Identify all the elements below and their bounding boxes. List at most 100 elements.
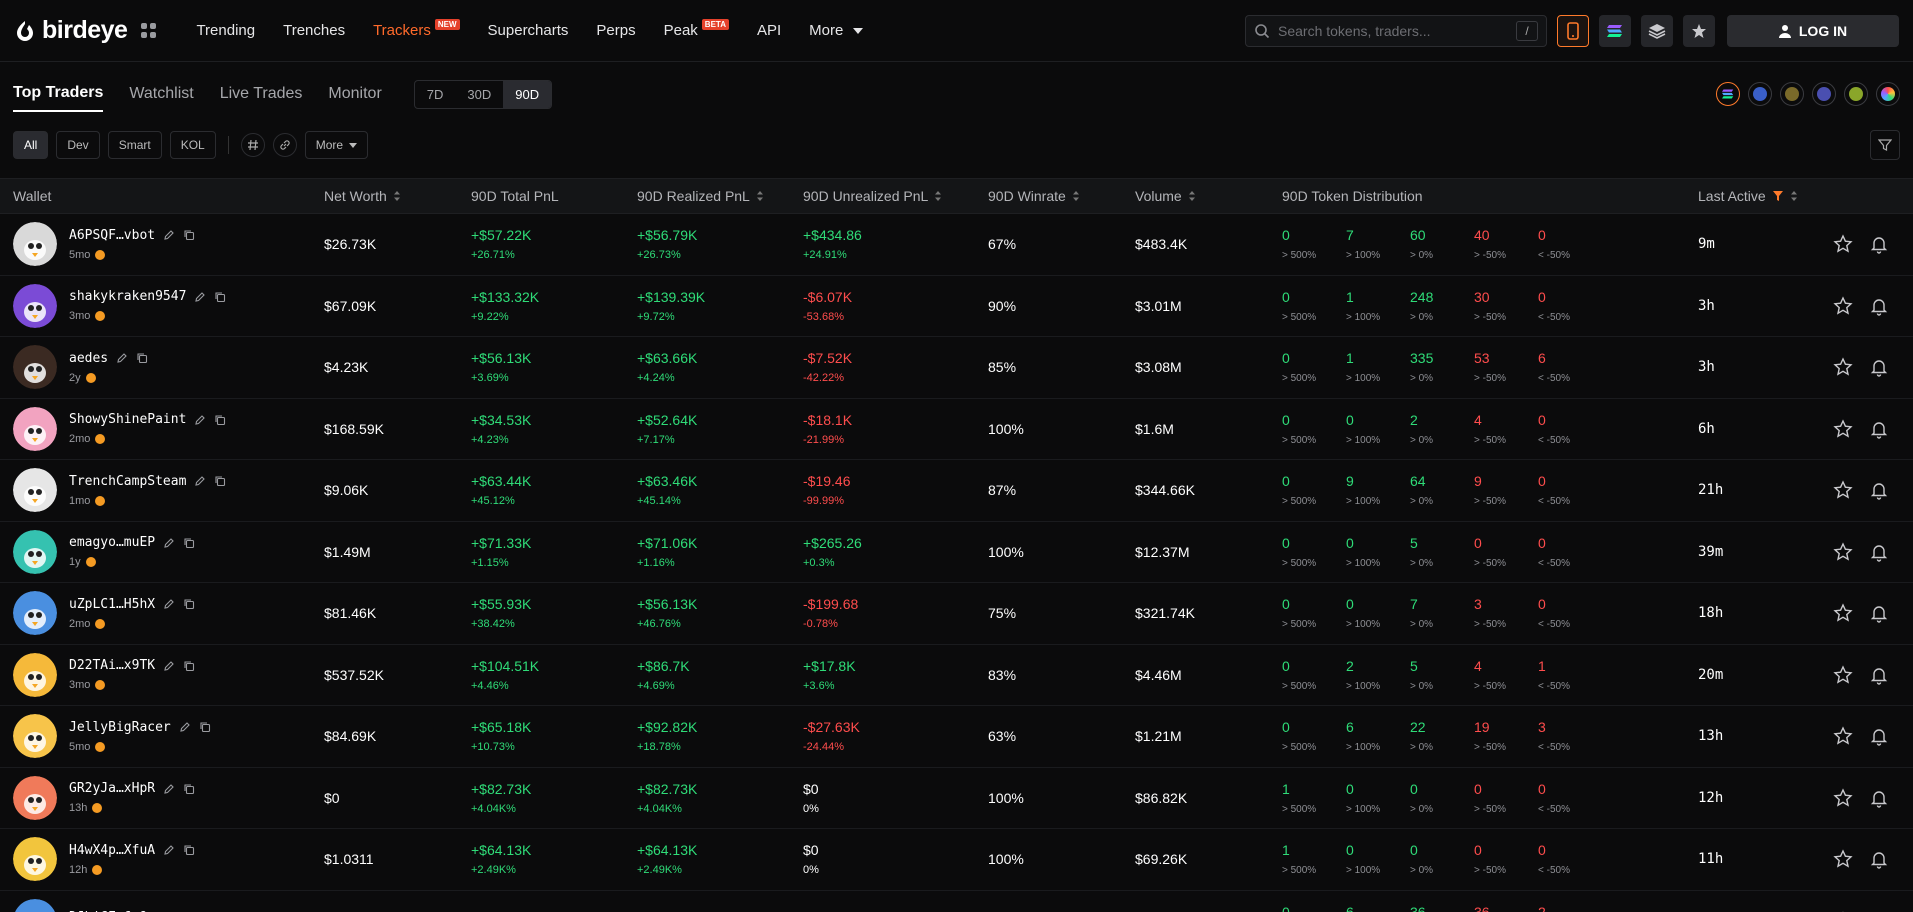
base-chain-icon[interactable]: [1748, 82, 1772, 106]
edit-icon[interactable]: [163, 229, 175, 241]
table-row[interactable]: DJbiGE…6n9m $4.47K +$61.27K +$61.37K -$9…: [0, 891, 1913, 912]
copy-icon[interactable]: [183, 844, 195, 856]
wallet-name[interactable]: A6PSQF…vbot: [69, 228, 155, 243]
nav-api[interactable]: API: [743, 22, 795, 39]
table-row[interactable]: uZpLC1…H5hX 2mo $81.46K +$55.93K +38.42% …: [0, 583, 1913, 645]
copy-icon[interactable]: [214, 414, 226, 426]
bell-icon[interactable]: [1869, 726, 1889, 746]
hash-filter-button[interactable]: [240, 133, 265, 157]
wallet-name[interactable]: uZpLC1…H5hX: [69, 597, 155, 612]
bell-icon[interactable]: [1869, 419, 1889, 439]
bell-icon[interactable]: [1869, 357, 1889, 377]
period-7d[interactable]: 7D: [415, 81, 456, 108]
copy-icon[interactable]: [214, 291, 226, 303]
table-row[interactable]: JellyBigRacer 5mo $84.69K +$65.18K +10.73…: [0, 706, 1913, 768]
table-row[interactable]: shakykraken9547 3mo $67.09K +$133.32K +9.…: [0, 276, 1913, 337]
wallet-name[interactable]: H4wX4p…XfuA: [69, 843, 155, 858]
filter-kol[interactable]: KOL: [169, 131, 216, 159]
edit-icon[interactable]: [194, 291, 206, 303]
col-net-worth[interactable]: Net Worth: [324, 188, 471, 204]
edit-icon[interactable]: [163, 598, 175, 610]
apps-grid-icon[interactable]: [141, 23, 157, 38]
avatar[interactable]: [13, 345, 57, 390]
avatar[interactable]: [13, 591, 57, 636]
col-realized-pnl[interactable]: 90D Realized PnL: [637, 188, 803, 204]
table-row[interactable]: ShowyShinePaint 2mo $168.59K +$34.53K +4.…: [0, 399, 1913, 460]
all-chains-icon[interactable]: [1876, 82, 1900, 106]
star-icon[interactable]: [1833, 234, 1853, 254]
period-90d[interactable]: 90D: [503, 80, 552, 108]
wallet-name[interactable]: D22TAi…x9TK: [69, 658, 155, 673]
tab-monitor[interactable]: Monitor: [328, 77, 381, 111]
avatar[interactable]: [13, 222, 57, 267]
tab-live-trades[interactable]: Live Trades: [220, 77, 303, 111]
avatar[interactable]: [13, 283, 57, 328]
nav-trackers[interactable]: Trackers NEW: [359, 19, 473, 39]
edit-icon[interactable]: [116, 352, 128, 364]
bell-icon[interactable]: [1869, 665, 1889, 685]
star-icon[interactable]: [1833, 542, 1853, 562]
star-icon[interactable]: [1833, 480, 1853, 500]
edit-icon[interactable]: [163, 844, 175, 856]
bell-icon[interactable]: [1869, 849, 1889, 869]
edit-icon[interactable]: [163, 783, 175, 795]
bell-icon[interactable]: [1869, 788, 1889, 808]
edit-icon[interactable]: [194, 414, 206, 426]
nav-peak[interactable]: Peak BETA: [650, 19, 743, 39]
bsc-chain-icon[interactable]: [1780, 82, 1804, 106]
wallet-name[interactable]: GR2yJa…xHpR: [69, 781, 155, 796]
table-row[interactable]: A6PSQF…vbot 5mo $26.73K +$57.22K +26.71% …: [0, 214, 1913, 276]
wallet-name[interactable]: JellyBigRacer: [69, 720, 171, 735]
copy-icon[interactable]: [183, 598, 195, 610]
bell-icon[interactable]: [1869, 234, 1889, 254]
filter-all[interactable]: All: [13, 131, 49, 159]
avatar[interactable]: [13, 775, 57, 820]
table-row[interactable]: emagyo…muEP 1y $1.49M +$71.33K +1.15% +$7…: [0, 522, 1913, 583]
star-icon[interactable]: [1833, 665, 1853, 685]
more-filters-dropdown[interactable]: More: [304, 131, 369, 159]
edit-icon[interactable]: [163, 537, 175, 549]
bell-icon[interactable]: [1869, 542, 1889, 562]
wallet-name[interactable]: shakykraken9547: [69, 289, 186, 304]
star-icon[interactable]: [1833, 603, 1853, 623]
edit-icon[interactable]: [163, 660, 175, 672]
table-row[interactable]: H4wX4p…XfuA 12h $1.0311 +$64.13K +2.49K% …: [0, 829, 1913, 891]
bell-icon[interactable]: [1869, 480, 1889, 500]
avatar[interactable]: [13, 714, 57, 759]
avatar[interactable]: [13, 406, 57, 451]
avatar[interactable]: [13, 837, 57, 882]
copy-icon[interactable]: [183, 229, 195, 241]
wallet-name[interactable]: TrenchCampSteam: [69, 474, 186, 489]
favorites-button[interactable]: [1683, 14, 1715, 47]
edit-icon[interactable]: [179, 721, 191, 733]
star-icon[interactable]: [1833, 419, 1853, 439]
star-icon[interactable]: [1833, 357, 1853, 377]
col-unrealized-pnl[interactable]: 90D Unrealized PnL: [803, 188, 988, 204]
search-input[interactable]: [1278, 22, 1508, 39]
copy-icon[interactable]: [183, 660, 195, 672]
nav-trenches[interactable]: Trenches: [269, 22, 359, 39]
col-volume[interactable]: Volume: [1135, 188, 1282, 204]
advanced-filter-button[interactable]: [1870, 130, 1900, 160]
avatar[interactable]: [13, 529, 57, 574]
bell-icon[interactable]: [1869, 603, 1889, 623]
col-winrate[interactable]: 90D Winrate: [988, 188, 1135, 204]
layers-button[interactable]: [1641, 14, 1673, 47]
ethereum-chain-icon[interactable]: [1812, 82, 1836, 106]
copy-icon[interactable]: [199, 721, 211, 733]
solana-chain-icon[interactable]: [1716, 82, 1740, 106]
table-row[interactable]: D22TAi…x9TK 3mo $537.52K +$104.51K +4.46%…: [0, 645, 1913, 706]
login-button[interactable]: LOG IN: [1727, 14, 1899, 47]
avatar[interactable]: [13, 898, 57, 912]
tab-top-traders[interactable]: Top Traders: [13, 76, 104, 112]
tab-watchlist[interactable]: Watchlist: [129, 77, 193, 111]
table-row[interactable]: aedes 2y $4.23K +$56.13K +3.69% +$63.66K +…: [0, 337, 1913, 399]
birdeye-logo[interactable]: birdeye: [14, 16, 128, 45]
table-row[interactable]: GR2yJa…xHpR 13h $0 +$82.73K +4.04K% +$82.…: [0, 768, 1913, 829]
copy-icon[interactable]: [183, 783, 195, 795]
copy-icon[interactable]: [136, 352, 148, 364]
filter-dev[interactable]: Dev: [56, 131, 100, 159]
table-row[interactable]: TrenchCampSteam 1mo $9.06K +$63.44K +45.1…: [0, 460, 1913, 522]
star-icon[interactable]: [1833, 296, 1853, 316]
bell-icon[interactable]: [1869, 296, 1889, 316]
